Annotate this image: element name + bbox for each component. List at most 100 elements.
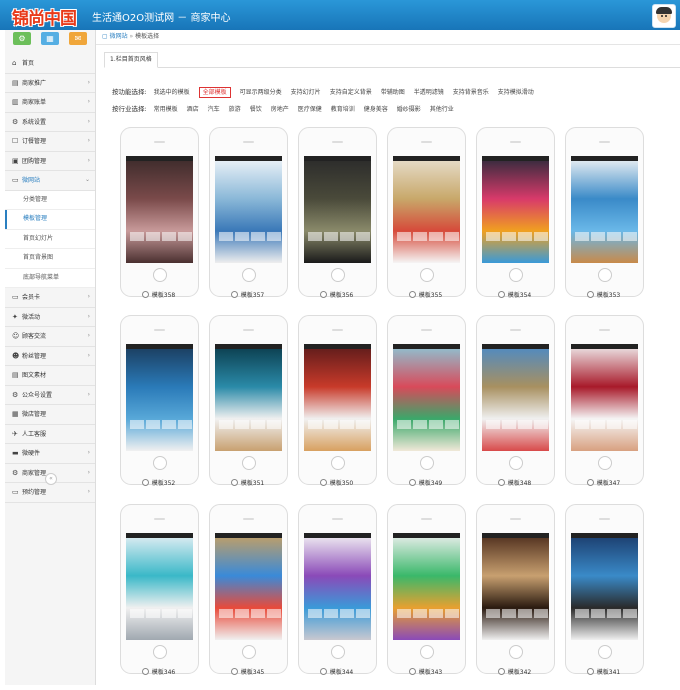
template-preview-phone[interactable]: [565, 315, 644, 485]
template-caption[interactable]: 模板344: [298, 668, 375, 678]
function-option[interactable]: 带辅助图: [381, 89, 405, 96]
template-caption[interactable]: 模板351: [209, 479, 286, 489]
template-preview-phone[interactable]: [209, 127, 288, 297]
template-caption[interactable]: 模板353: [565, 291, 642, 301]
sidebar-item-sidebar-items_after-1[interactable]: ✦ 微活动 ›: [5, 308, 95, 327]
sidebar-subitem[interactable]: 模板管理: [5, 210, 95, 230]
industry-option[interactable]: 汽车: [208, 106, 220, 113]
sidebar-item-sidebar-items-5[interactable]: ▣ 团购管理 ›: [5, 152, 95, 171]
template-radio[interactable]: [141, 479, 149, 486]
avatar[interactable]: [652, 4, 676, 28]
template-preview-phone[interactable]: [298, 315, 377, 485]
sidebar-item-sidebar-items-1[interactable]: ▤ 商家推广 ›: [5, 74, 95, 93]
function-option[interactable]: 支持自定义背景: [330, 89, 372, 96]
template-caption[interactable]: 模板349: [387, 479, 464, 489]
template-preview-phone[interactable]: [120, 315, 199, 485]
sidebar-item-sidebar-items-6[interactable]: ▭ 微网站 ⌄: [5, 171, 95, 191]
function-option[interactable]: 支持幻灯片: [291, 89, 321, 96]
template-caption[interactable]: 模板348: [476, 479, 553, 489]
sidebar-subitem[interactable]: 底部导航菜单: [5, 268, 95, 288]
sidebar-item-sidebar-items_after-3[interactable]: ☻ 粉丝管理 ›: [5, 347, 95, 366]
template-radio[interactable]: [497, 479, 505, 486]
template-preview-phone[interactable]: [298, 127, 377, 297]
sidebar-subitem[interactable]: 首页幻灯片: [5, 229, 95, 249]
template-radio[interactable]: [586, 479, 594, 486]
industry-option[interactable]: 医疗保健: [298, 106, 322, 113]
sidebar-item-sidebar-items_after-0[interactable]: ▭ 会员卡 ›: [5, 288, 95, 308]
tab-homepage-style[interactable]: 1.栏目首页风格: [104, 52, 158, 68]
industry-option[interactable]: 旅游: [229, 106, 241, 113]
template-caption[interactable]: 模板346: [120, 668, 197, 678]
template-radio[interactable]: [319, 479, 327, 486]
template-radio[interactable]: [497, 291, 505, 298]
industry-option[interactable]: 婚纱摄影: [397, 106, 421, 113]
template-caption[interactable]: 模板356: [298, 291, 375, 301]
sidebar-item-sidebar-items_after-6[interactable]: ▦ 微店管理: [5, 405, 95, 425]
template-preview-phone[interactable]: [209, 315, 288, 485]
site-logo[interactable]: 锦尚中国: [12, 4, 77, 29]
sidebar-item-sidebar-items_after-7[interactable]: ✈ 人工客服: [5, 425, 95, 444]
template-preview-phone[interactable]: [120, 127, 199, 297]
template-radio[interactable]: [408, 668, 416, 675]
template-caption[interactable]: 模板343: [387, 668, 464, 678]
template-preview-phone[interactable]: [209, 504, 288, 674]
sidebar-item-sidebar-items-0[interactable]: ⌂ 首页: [5, 54, 95, 74]
template-preview-phone[interactable]: [476, 127, 555, 297]
template-caption[interactable]: 模板341: [565, 668, 642, 678]
sidebar-item-sidebar-items_after-4[interactable]: ▤ 图文素材: [5, 366, 95, 386]
sidebar-subitem[interactable]: 分类管理: [5, 190, 95, 210]
template-preview-phone[interactable]: [120, 504, 199, 674]
template-radio[interactable]: [586, 291, 594, 298]
template-caption[interactable]: 模板347: [565, 479, 642, 489]
template-caption[interactable]: 模板355: [387, 291, 464, 301]
sidebar-item-sidebar-items_after-10[interactable]: ▭ 预约管理 ›: [5, 483, 95, 503]
function-option[interactable]: 我选中的模板: [154, 89, 190, 96]
mail-icon[interactable]: ✉: [69, 32, 87, 45]
function-option[interactable]: 半透明滤镜: [414, 89, 444, 96]
template-radio[interactable]: [408, 291, 416, 298]
template-radio[interactable]: [230, 291, 238, 298]
industry-option[interactable]: 酒店: [187, 106, 199, 113]
industry-option[interactable]: 常用模板: [154, 106, 178, 113]
sidebar-item-sidebar-items_after-2[interactable]: ☺ 顾客交流 ›: [5, 327, 95, 347]
template-radio[interactable]: [497, 668, 505, 675]
template-radio[interactable]: [408, 479, 416, 486]
template-preview-phone[interactable]: [476, 504, 555, 674]
template-caption[interactable]: 模板342: [476, 668, 553, 678]
function-option[interactable]: 可显示两级分类: [240, 89, 282, 96]
template-caption[interactable]: 模板354: [476, 291, 553, 301]
template-preview-phone[interactable]: [565, 504, 644, 674]
template-radio[interactable]: [141, 668, 149, 675]
template-radio[interactable]: [586, 668, 594, 675]
breadcrumb-home[interactable]: 微网站: [110, 33, 128, 40]
collapse-sidebar-button[interactable]: «: [45, 473, 57, 485]
sidebar-subitem[interactable]: 首页背景图: [5, 249, 95, 269]
function-option[interactable]: 支持模拟滑动: [498, 89, 534, 96]
industry-option[interactable]: 健身美容: [364, 106, 388, 113]
template-preview-phone[interactable]: [298, 504, 377, 674]
function-option[interactable]: 支持背景音乐: [453, 89, 489, 96]
template-radio[interactable]: [141, 291, 149, 298]
template-preview-phone[interactable]: [387, 127, 466, 297]
template-caption[interactable]: 模板350: [298, 479, 375, 489]
template-preview-phone[interactable]: [476, 315, 555, 485]
industry-option[interactable]: 房地产: [271, 106, 289, 113]
industry-option[interactable]: 其他行业: [430, 106, 454, 113]
industry-option[interactable]: 教育培训: [331, 106, 355, 113]
template-radio[interactable]: [319, 668, 327, 675]
sidebar-item-sidebar-items-3[interactable]: ⚙ 系统设置 ›: [5, 113, 95, 132]
template-radio[interactable]: [319, 291, 327, 298]
template-radio[interactable]: [230, 668, 238, 675]
template-caption[interactable]: 模板358: [120, 291, 197, 301]
sidebar-item-sidebar-items-2[interactable]: ▥ 商家账单 ›: [5, 93, 95, 113]
sidebar-item-sidebar-items-4[interactable]: ☐ 订餐管理 ›: [5, 132, 95, 152]
industry-option[interactable]: 餐饮: [250, 106, 262, 113]
gear-icon[interactable]: ⚙: [13, 32, 31, 45]
template-caption[interactable]: 模板352: [120, 479, 197, 489]
template-caption[interactable]: 模板357: [209, 291, 286, 301]
template-preview-phone[interactable]: [387, 504, 466, 674]
template-caption[interactable]: 模板345: [209, 668, 286, 678]
sidebar-item-sidebar-items_after-8[interactable]: ▬ 微硬件 ›: [5, 444, 95, 464]
template-radio[interactable]: [230, 479, 238, 486]
template-preview-phone[interactable]: [565, 127, 644, 297]
